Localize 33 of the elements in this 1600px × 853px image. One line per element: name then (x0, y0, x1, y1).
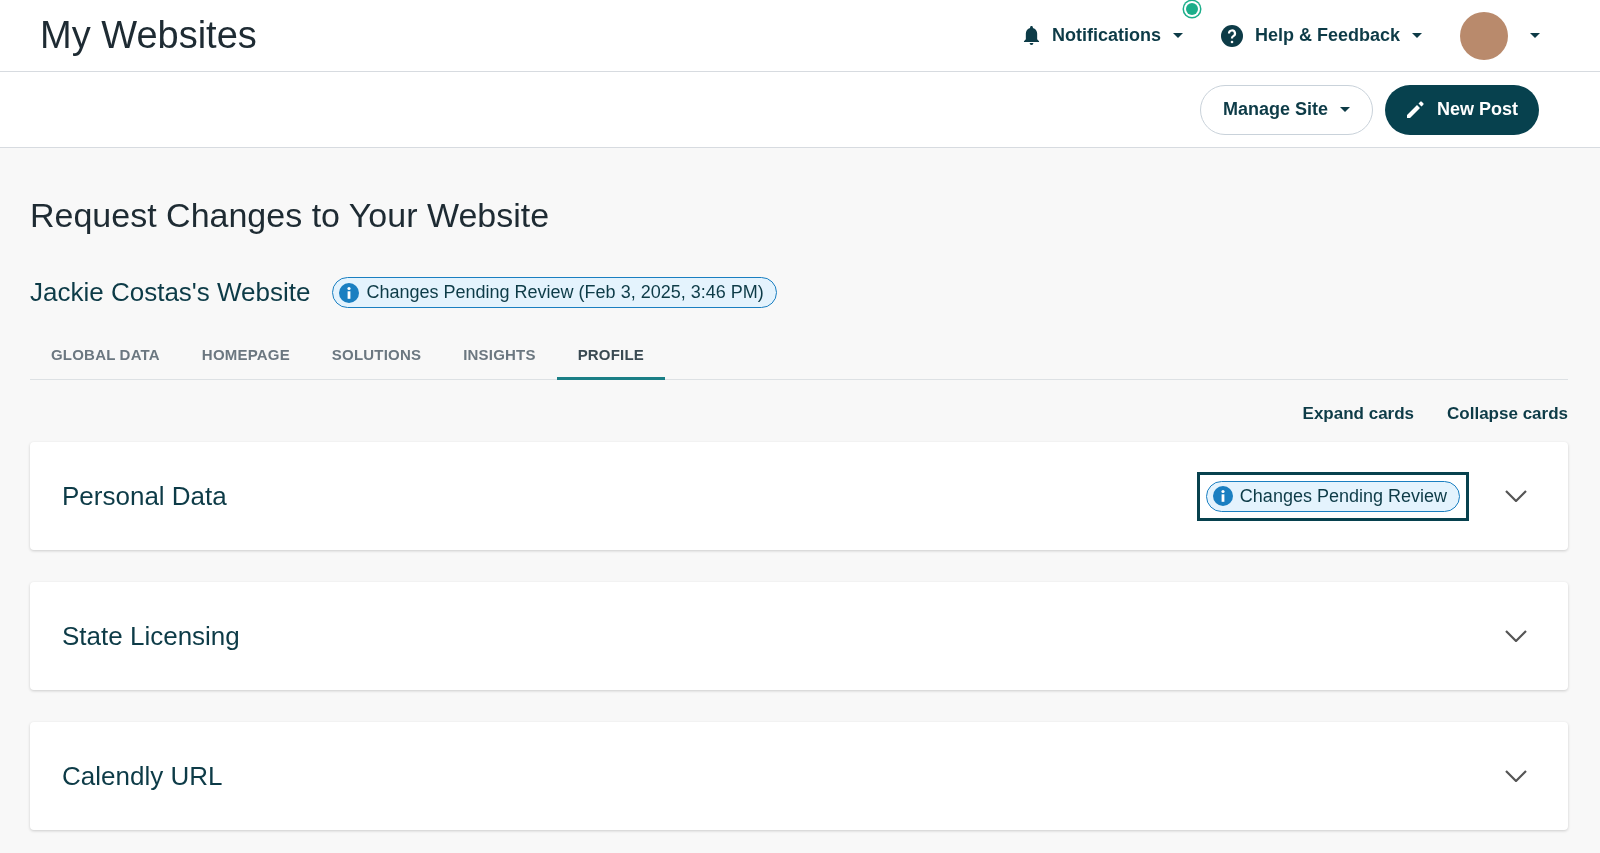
new-post-button[interactable]: New Post (1384, 84, 1539, 135)
card-action-link[interactable]: Expand cards (1302, 404, 1415, 424)
card-title: Personal Data (62, 480, 227, 512)
avatar (1460, 11, 1508, 60)
tab[interactable]: SOLUTIONS (310, 330, 443, 380)
tab[interactable]: HOMEPAGE (180, 330, 311, 380)
info-icon (1212, 486, 1233, 506)
caret-icon (1172, 33, 1183, 38)
tab[interactable]: INSIGHTS (442, 330, 557, 380)
chevron-icon (1505, 770, 1527, 782)
status-badge: Changes Pending Review (1205, 480, 1460, 512)
tab[interactable]: PROFILE (556, 330, 666, 380)
help-icon (1220, 24, 1243, 47)
card-title: State Licensing (62, 620, 240, 652)
manage-site-button[interactable]: Manage Site (1199, 84, 1373, 135)
bell-icon (1022, 25, 1040, 46)
pencil-icon (1404, 99, 1425, 120)
card-action-link[interactable]: Collapse cards (1447, 404, 1568, 424)
site-name: Jackie Costas's Website (30, 277, 311, 308)
status-badge: Changes Pending Review (Feb 3, 2025, 3:46 PM) (332, 277, 777, 308)
chevron-icon (1505, 490, 1527, 502)
help-button[interactable]: Help & Feedback (1220, 24, 1422, 47)
caret-icon (1412, 33, 1422, 38)
account-menu-button[interactable] (1460, 11, 1540, 60)
card-title: Calendly URL (62, 760, 223, 792)
notifications-button[interactable]: Notifications (1022, 25, 1183, 46)
info-icon (339, 282, 360, 303)
page-title: My Websites (40, 14, 257, 57)
caret-icon (1339, 107, 1350, 112)
caret-icon (1530, 33, 1540, 38)
page-heading: Request Changes to Your Website (30, 196, 551, 235)
tab[interactable]: GLOBAL DATA (30, 330, 181, 380)
chevron-icon (1505, 630, 1527, 642)
